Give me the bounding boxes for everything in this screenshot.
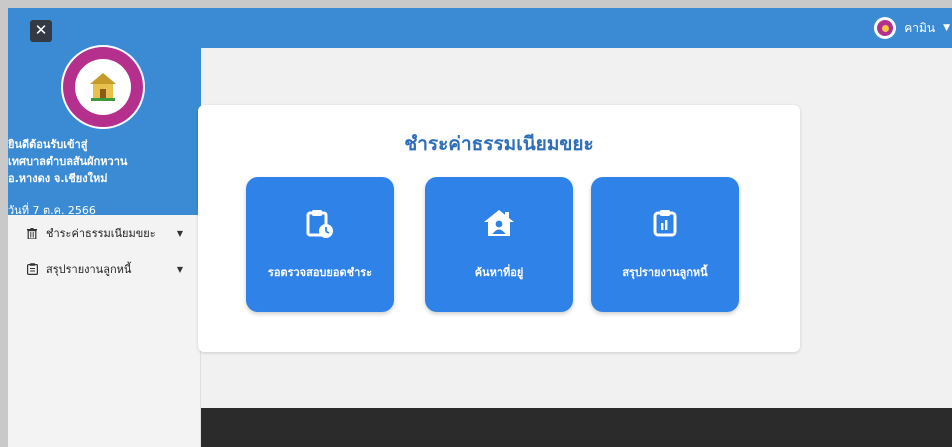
close-sidebar-button[interactable]: ✕ [30, 20, 52, 42]
debtor-report-tile[interactable]: สรุปรายงานลูกหนี้ [591, 177, 739, 312]
welcome-text: ยินดีต้อนรับเข้าสู่ เทศบาลตำบลสันผักหวาน… [8, 138, 128, 185]
clipboard-clock-icon [246, 209, 394, 239]
tile-label: รอตรวจสอบยอดชำระ [267, 266, 373, 279]
search-address-tile[interactable]: ค้นหาที่อยู่ [425, 177, 573, 312]
user-avatar [874, 17, 897, 39]
pending-payment-tile[interactable]: รอตรวจสอบยอดชำระ [246, 177, 394, 312]
user-menu[interactable]: คามิน ▼ [874, 8, 952, 48]
app-frame: คามิน ▼ ✕ ยินดีต้อนรับเข้าสู่ เทศบาลตำบล… [8, 8, 952, 447]
sidebar: ✕ ยินดีต้อนรับเข้าสู่ เทศบาลตำบลสันผักหว… [8, 8, 201, 447]
sidebar-item-label: ชำระค่าธรรมเนียมขยะ [46, 227, 156, 240]
close-icon: ✕ [34, 21, 48, 39]
clipboard-chart-icon [591, 209, 739, 237]
tile-label: ค้นหาที่อยู่ [474, 266, 524, 279]
clipboard-list-icon [26, 263, 38, 275]
page-title: ชำระค่าธรรมเนียมขยะ [404, 133, 594, 155]
house-emblem-icon [90, 73, 116, 101]
user-name: คามิน [904, 20, 936, 35]
sidebar-header: ✕ ยินดีต้อนรับเข้าสู่ เทศบาลตำบลสันผักหว… [8, 8, 201, 217]
tile-label: สรุปรายงานลูกหนี้ [622, 266, 708, 279]
house-user-icon [425, 209, 573, 237]
caret-down-icon: ▼ [176, 228, 183, 238]
caret-down-icon: ▼ [176, 264, 183, 274]
sidebar-item-debtor-report[interactable]: สรุปรายงานลูกหนี้ ▼ [8, 251, 201, 287]
page-footer [201, 408, 952, 447]
municipality-seal-logo [61, 45, 145, 129]
chevron-down-icon: ▼ [943, 23, 950, 33]
sidebar-menu: ชำระค่าธรรมเนียมขยะ ▼ สรุปรายงานลูกหนี้ … [8, 215, 201, 287]
sidebar-item-label: สรุปรายงานลูกหนี้ [46, 263, 132, 276]
sidebar-item-garbage-fee[interactable]: ชำระค่าธรรมเนียมขยะ ▼ [8, 215, 201, 251]
garbage-fee-card: ชำระค่าธรรมเนียมขยะ รอตรวจสอบยอดชำระ ค้น… [198, 105, 800, 352]
trash-icon [26, 227, 38, 239]
